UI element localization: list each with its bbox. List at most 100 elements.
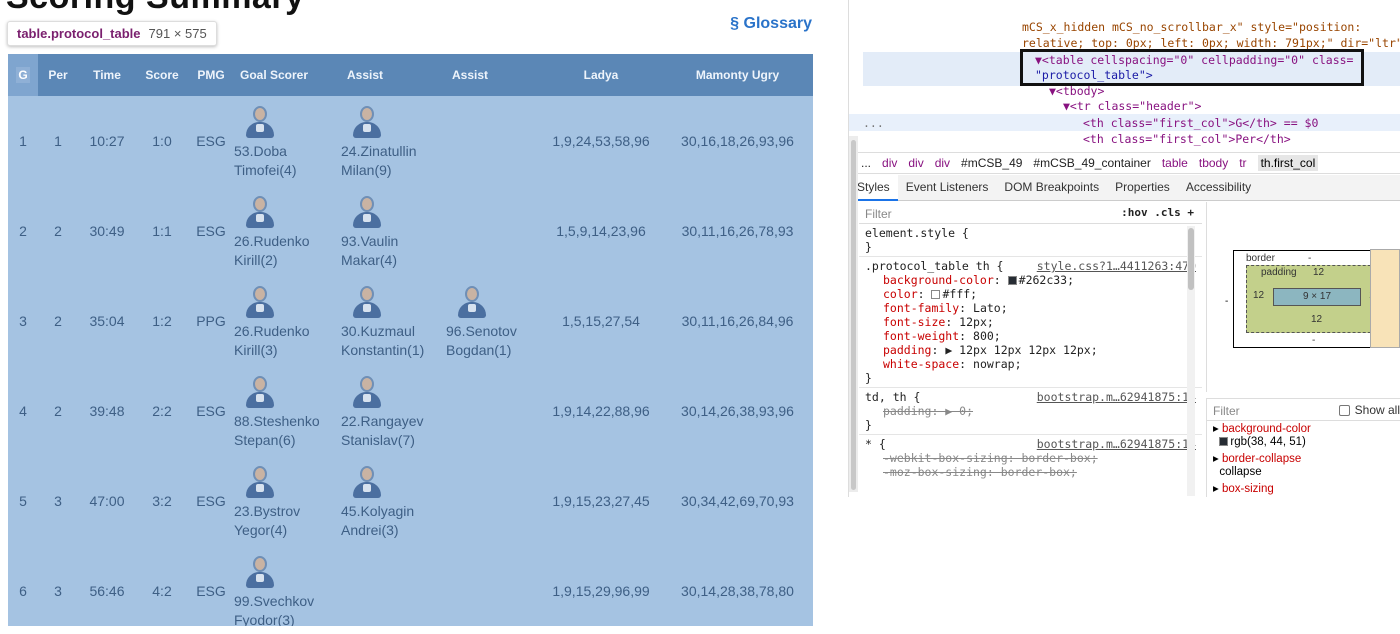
- player-name-line2[interactable]: Yegor(4): [234, 521, 341, 540]
- header-g[interactable]: G: [8, 54, 38, 96]
- header-assist-1[interactable]: Assist: [341, 54, 446, 96]
- player-name[interactable]: 99.Svechkov: [234, 592, 341, 611]
- breadcrumb-item[interactable]: tr: [1239, 156, 1246, 170]
- dom-line-th-g[interactable]: <th class="first_col">G</th> == $0: [1083, 116, 1318, 130]
- computed-property[interactable]: ▸ border-collapse collapse: [1207, 451, 1400, 481]
- css-property[interactable]: font-size: 12px;: [865, 315, 1196, 329]
- breadcrumb-item[interactable]: div: [935, 156, 950, 170]
- css-property-overridden[interactable]: -webkit-box-sizing: border-box;: [865, 451, 1196, 465]
- player-name[interactable]: 23.Bystrov: [234, 502, 341, 521]
- dom-line[interactable]: mCS_x_hidden mCS_no_scrollbar_x" style="…: [1022, 20, 1361, 34]
- css-property[interactable]: white-space: nowrap;: [865, 357, 1196, 371]
- header-mamonty-ugry[interactable]: Mamonty Ugry: [662, 54, 813, 96]
- computed-property[interactable]: ▸ box-sizing: [1207, 481, 1400, 498]
- show-all-checkbox[interactable]: [1338, 405, 1350, 417]
- player-name[interactable]: 88.Steshenko: [234, 412, 341, 431]
- css-property[interactable]: color: #fff;: [865, 287, 1196, 301]
- breadcrumb-item[interactable]: div: [882, 156, 897, 170]
- rule-protocol-th[interactable]: style.css?1…4411263:470 .protocol_table t…: [859, 257, 1202, 388]
- computed-property[interactable]: ▸ background-color rgb(38, 44, 51): [1207, 421, 1400, 451]
- tab-properties[interactable]: Properties: [1107, 175, 1178, 199]
- player-name-line2[interactable]: Milan(9): [341, 161, 446, 180]
- computed-filter[interactable]: Filter Show all: [1207, 399, 1400, 421]
- header-time[interactable]: Time: [78, 54, 136, 96]
- rule-selector: * {: [865, 437, 886, 451]
- player-name-line2[interactable]: Fyodor(3): [234, 611, 341, 626]
- panel-scrollbar[interactable]: [849, 136, 858, 492]
- dom-ellipsis[interactable]: ...: [863, 116, 884, 130]
- player-name[interactable]: 53.Doba: [234, 142, 341, 161]
- player-name-line2[interactable]: Andrei(3): [341, 521, 446, 540]
- player-cell: 26.Rudenko Kirill(3): [234, 276, 341, 366]
- styles-filter[interactable]: Filter :hov .cls +: [859, 202, 1202, 224]
- bm-border-bottom: -: [1312, 335, 1316, 346]
- player-name-line2[interactable]: Kirill(2): [234, 251, 341, 270]
- tab-event-listeners[interactable]: Event Listeners: [898, 175, 997, 199]
- rule-universal[interactable]: bootstrap.m…62941875:14 * { -webkit-box-s…: [859, 435, 1202, 481]
- css-property[interactable]: font-family: Lato;: [865, 301, 1196, 315]
- player-name-line2[interactable]: Bogdan(1): [446, 341, 540, 360]
- player-name[interactable]: 26.Rudenko: [234, 232, 341, 251]
- avatar-body: [246, 392, 274, 408]
- header-per[interactable]: Per: [38, 54, 78, 96]
- color-swatch[interactable]: [1007, 276, 1017, 285]
- breadcrumb-item[interactable]: ...: [861, 156, 871, 170]
- dom-line-tbody[interactable]: ▼<tbody>: [1049, 84, 1104, 98]
- breadcrumb-item[interactable]: tbody: [1199, 156, 1228, 170]
- breadcrumb-item-selected[interactable]: th.first_col: [1257, 155, 1319, 171]
- player-name[interactable]: 26.Rudenko: [234, 322, 341, 341]
- player-name[interactable]: 96.Senotov: [446, 322, 540, 341]
- player-name-line2[interactable]: Stanislav(7): [341, 431, 446, 450]
- breadcrumb-item[interactable]: #mCSB_49: [961, 156, 1022, 170]
- css-property[interactable]: padding: ▶ 12px 12px 12px 12px;: [865, 343, 1196, 357]
- player-name[interactable]: 22.Rangayev: [341, 412, 446, 431]
- dom-line-th-per[interactable]: <th class="first_col">Per</th>: [1083, 132, 1291, 146]
- player-name[interactable]: 24.Zinatullin: [341, 142, 446, 161]
- player-name[interactable]: 93.Vaulin: [341, 232, 446, 251]
- rule-element-style[interactable]: element.style { }: [859, 224, 1202, 257]
- player-name-line2[interactable]: Konstantin(1): [341, 341, 446, 360]
- header-assist-2[interactable]: Assist: [446, 54, 540, 96]
- dom-line[interactable]: relative; top: 0px; left: 0px; width: 79…: [1022, 36, 1400, 50]
- rule-source-link[interactable]: style.css?1…4411263:470: [1037, 259, 1196, 273]
- player-name-line2[interactable]: Makar(4): [341, 251, 446, 270]
- styles-toolbar[interactable]: :hov .cls +: [1121, 206, 1194, 219]
- player-avatar: [353, 464, 381, 500]
- dom-line-tr[interactable]: ▼<tr class="header">: [1063, 99, 1201, 113]
- avatar-head: [253, 466, 267, 482]
- annotation-box: [1020, 49, 1364, 86]
- table-row: 1 1 10:27 1:0 ESG 53.Doba Timofei(4) 24.Zinatul…: [8, 96, 813, 186]
- header-pmg[interactable]: PMG: [188, 54, 234, 96]
- color-swatch[interactable]: [931, 290, 941, 299]
- breadcrumb-item[interactable]: #mCSB_49_container: [1033, 156, 1150, 170]
- player-name-line2[interactable]: Timofei(4): [234, 161, 341, 180]
- scrollbar-thumb[interactable]: [1188, 228, 1194, 290]
- breadcrumb-item[interactable]: table: [1162, 156, 1188, 170]
- player-cell: 23.Bystrov Yegor(4): [234, 456, 341, 546]
- avatar-head: [360, 376, 374, 392]
- show-all-toggle[interactable]: Show all: [1338, 403, 1400, 417]
- header-ladya[interactable]: Ladya: [540, 54, 662, 96]
- styles-scrollbar[interactable]: [1187, 226, 1195, 496]
- box-model-padding[interactable]: padding 12 12 9 × 17 12 12: [1246, 265, 1386, 333]
- glossary-link[interactable]: § Glossary: [730, 15, 812, 33]
- rule-source-link[interactable]: bootstrap.m…62941875:14: [1037, 390, 1196, 404]
- breadcrumb-item[interactable]: div: [908, 156, 923, 170]
- player-name[interactable]: 30.Kuzmaul: [341, 322, 446, 341]
- box-model-content[interactable]: 9 × 17: [1273, 288, 1361, 306]
- css-property-overridden[interactable]: -moz-box-sizing: border-box;: [865, 465, 1196, 479]
- player-name-line2[interactable]: Kirill(3): [234, 341, 341, 360]
- rule-td-th[interactable]: bootstrap.m…62941875:14 td, th { padding:…: [859, 388, 1202, 435]
- tab-accessibility[interactable]: Accessibility: [1178, 175, 1259, 199]
- css-property[interactable]: font-weight: 800;: [865, 329, 1196, 343]
- scrollbar-thumb[interactable]: [851, 140, 856, 490]
- rule-source-link[interactable]: bootstrap.m…62941875:14: [1037, 437, 1196, 451]
- player-name[interactable]: 45.Kolyagin: [341, 502, 446, 521]
- cell-per: 2: [54, 313, 62, 329]
- player-name-line2[interactable]: Stepan(6): [234, 431, 341, 450]
- header-score[interactable]: Score: [136, 54, 188, 96]
- header-goal-scorer[interactable]: Goal Scorer: [234, 54, 341, 96]
- tab-dom-breakpoints[interactable]: DOM Breakpoints: [996, 175, 1107, 199]
- css-property-overridden[interactable]: padding: ▶ 0;: [865, 404, 1196, 418]
- css-property[interactable]: background-color: #262c33;: [865, 273, 1196, 287]
